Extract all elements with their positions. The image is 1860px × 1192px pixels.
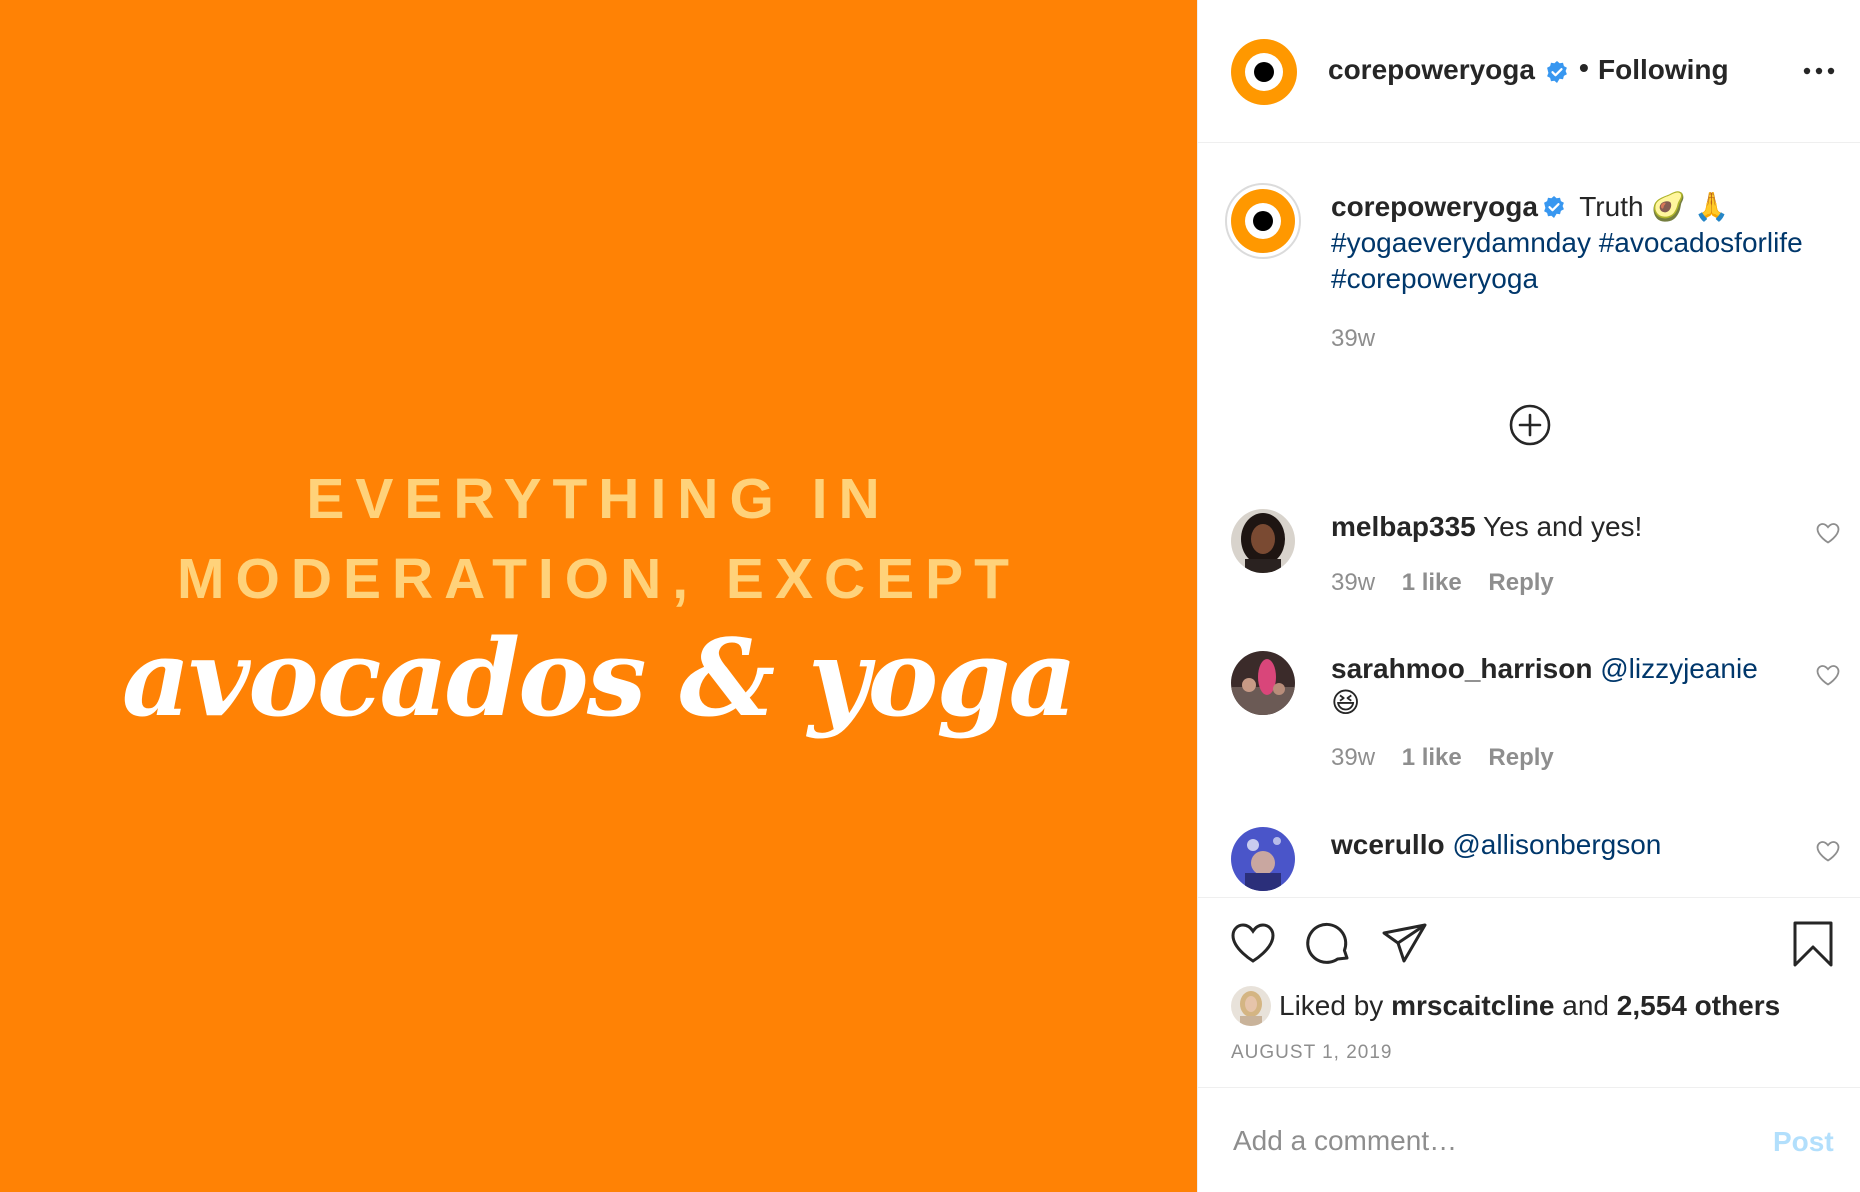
avatar-photo (1231, 986, 1271, 1026)
comment-text: melbap335 Yes and yes! (1331, 510, 1771, 544)
like-comment-icon[interactable] (1815, 839, 1841, 863)
likes-prefix: Liked by (1279, 990, 1392, 1021)
post-comment-button[interactable]: Post (1773, 1126, 1834, 1158)
likes-text: Liked by mrscaitcline and 2,554 others (1279, 990, 1780, 1022)
bookmark-icon[interactable] (1788, 919, 1838, 969)
share-icon[interactable] (1380, 919, 1430, 969)
caption-avatar-logo (1231, 189, 1295, 253)
image-text-line-1: EVERYTHING IN (306, 467, 891, 531)
mention-link[interactable]: @lizzyjeanie (1600, 653, 1758, 684)
author-username[interactable]: corepoweryoga (1328, 54, 1535, 86)
post-date[interactable]: AUGUST 1, 2019 (1231, 1042, 1393, 1064)
reply-button[interactable]: Reply (1488, 744, 1553, 771)
comments-scroll-area[interactable]: corepoweryoga Truth 🥑 🙏 #yogaeverydamnda… (1198, 143, 1860, 897)
comment-time[interactable]: 39w (1331, 569, 1375, 596)
like-comment-icon[interactable] (1815, 663, 1841, 687)
avatar-photo (1231, 827, 1295, 891)
comment-body: Yes and yes! (1483, 511, 1643, 542)
more-options-icon[interactable] (1798, 56, 1840, 86)
avatar-photo (1231, 651, 1295, 715)
comment-username[interactable]: wcerullo (1331, 829, 1445, 860)
instagram-post-view: EVERYTHING IN MODERATION, EXCEPT avocado… (0, 0, 1860, 1192)
avatar-dot (1253, 211, 1273, 231)
liker-avatar[interactable] (1231, 986, 1271, 1026)
post-actions: Liked by mrscaitcline and 2,554 others A… (1198, 897, 1860, 1087)
caption-avatar[interactable] (1225, 183, 1301, 259)
liker-username[interactable]: mrscaitcline (1391, 990, 1554, 1021)
commenter-avatar[interactable] (1231, 509, 1295, 573)
post-header: corepoweryoga • Following (1198, 0, 1860, 143)
like-icon[interactable] (1228, 919, 1278, 969)
caption-body: Truth 🥑 🙏 (1571, 191, 1729, 222)
mention-link[interactable]: @allisonbergson (1452, 829, 1661, 860)
image-script-text: avocados & yoga (121, 615, 1077, 740)
commenter-avatar[interactable] (1231, 651, 1295, 715)
comment-likes[interactable]: 1 like (1402, 569, 1462, 596)
comment-text: wcerullo @allisonbergson (1331, 828, 1771, 862)
comment-time[interactable]: 39w (1331, 744, 1375, 771)
post-details-pane: corepoweryoga • Following corepoweryoga … (1197, 0, 1860, 1192)
caption-username[interactable]: corepoweryoga (1331, 191, 1538, 222)
add-comment-bar: Post (1198, 1087, 1860, 1192)
comment-meta: 39w 1 like Reply (1331, 569, 1574, 597)
comment-body: 😆 (1331, 687, 1361, 718)
hashtag-link[interactable]: #yogaeverydamnday (1331, 227, 1591, 258)
verified-badge-icon (1544, 196, 1564, 218)
likes-and: and (1554, 990, 1617, 1021)
post-image[interactable]: EVERYTHING IN MODERATION, EXCEPT avocado… (0, 0, 1197, 1192)
following-button[interactable]: Following (1598, 54, 1729, 86)
comment-username[interactable]: sarahmoo_harrison (1331, 653, 1592, 684)
hashtag-link[interactable]: #avocadosforlife (1599, 227, 1803, 258)
hashtag-link[interactable]: #corepoweryoga (1331, 263, 1538, 294)
comment-input[interactable] (1231, 1110, 1735, 1172)
verified-badge-icon (1547, 61, 1567, 83)
comment-username[interactable]: melbap335 (1331, 511, 1476, 542)
comment-text: sarahmoo_harrison @lizzyjeanie 😆 (1331, 652, 1771, 720)
caption-timestamp[interactable]: 39w (1331, 325, 1375, 353)
header-separator: • (1579, 52, 1589, 83)
like-comment-icon[interactable] (1815, 521, 1841, 545)
commenter-avatar[interactable] (1231, 827, 1295, 891)
author-avatar[interactable] (1231, 39, 1297, 105)
avatar-dot (1254, 62, 1274, 82)
image-text-line-2: MODERATION, EXCEPT (177, 547, 1020, 611)
reply-button[interactable]: Reply (1488, 569, 1553, 596)
likes-count[interactable]: 2,554 others (1617, 990, 1780, 1021)
load-more-comments-icon[interactable] (1505, 400, 1555, 450)
avatar-photo (1231, 509, 1295, 573)
comment-likes[interactable]: 1 like (1402, 744, 1462, 771)
comment-icon[interactable] (1304, 919, 1354, 969)
comment-meta: 39w 1 like Reply (1331, 744, 1574, 772)
post-caption: corepoweryoga Truth 🥑 🙏 #yogaeverydamnda… (1331, 189, 1841, 297)
